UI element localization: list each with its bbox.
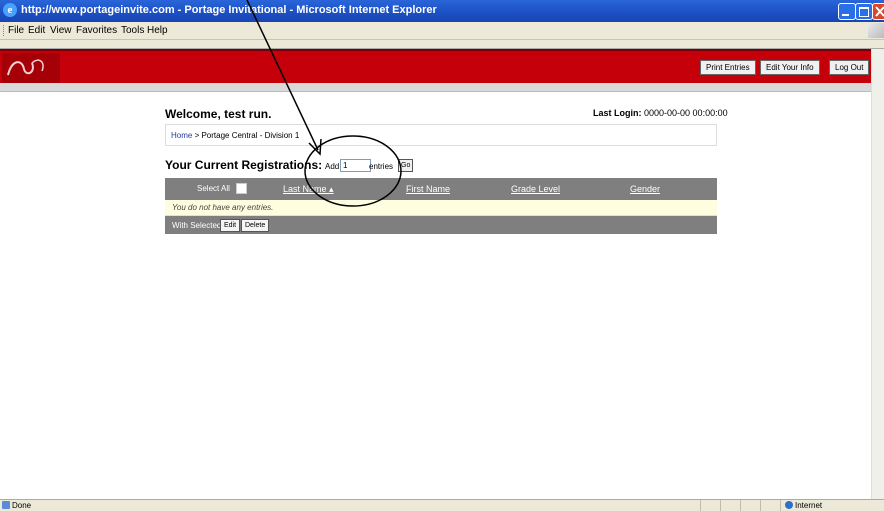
annotation-overlay [246, 0, 402, 207]
status-bar: Done Internet [0, 499, 884, 511]
status-separator [780, 500, 781, 511]
status-separator [740, 500, 741, 511]
vertical-scrollbar[interactable] [871, 49, 884, 499]
page-done-icon [2, 501, 10, 509]
internet-globe-icon [785, 501, 793, 509]
annotation-arrow-line [246, 0, 319, 151]
status-separator [720, 500, 721, 511]
annotation-circle [304, 135, 402, 207]
security-zone: Internet [795, 501, 823, 510]
status-separator [700, 500, 701, 511]
status-separator [760, 500, 761, 511]
status-text: Done [12, 501, 32, 510]
